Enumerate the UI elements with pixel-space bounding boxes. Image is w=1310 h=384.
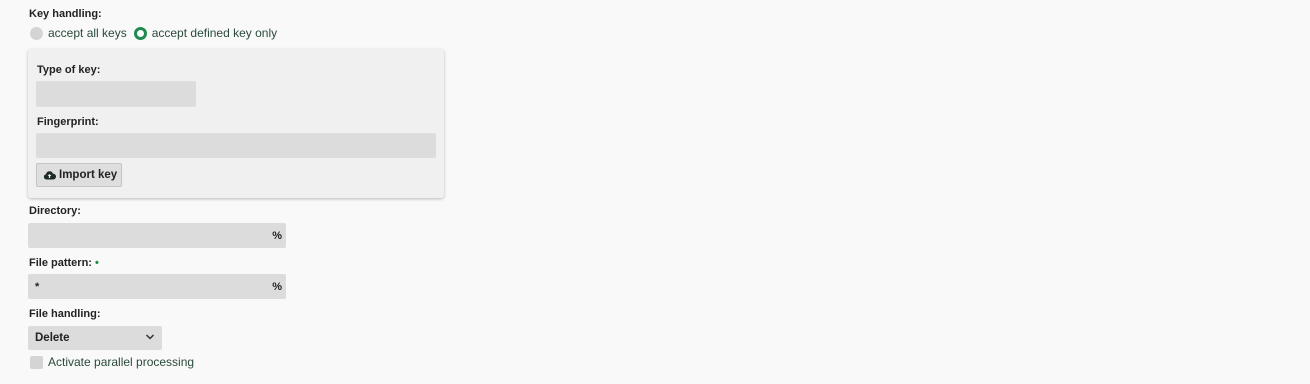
file-pattern-label-text: File pattern:: [29, 257, 92, 269]
parallel-processing-label[interactable]: Activate parallel processing: [48, 355, 194, 369]
radio-accept-defined-key-only[interactable]: [133, 26, 147, 40]
key-handling-radio-group: accept all keys accept defined key only: [30, 26, 284, 40]
file-pattern-value: *: [35, 280, 40, 293]
type-of-key-field[interactable]: [36, 81, 196, 107]
fingerprint-label: Fingerprint:: [37, 116, 99, 128]
percent-icon[interactable]: %: [272, 230, 282, 242]
file-handling-label: File handling:: [29, 308, 101, 320]
radio-accept-defined-key-only-label[interactable]: accept defined key only: [152, 26, 277, 40]
fingerprint-field[interactable]: [36, 133, 436, 158]
file-handling-select[interactable]: Delete: [28, 326, 162, 350]
parallel-processing-row: Activate parallel processing: [30, 355, 194, 369]
parallel-processing-checkbox[interactable]: [30, 355, 43, 369]
file-handling-selected-value: Delete: [35, 332, 70, 344]
chevron-down-icon: [145, 334, 155, 340]
required-marker: •: [95, 257, 99, 269]
type-of-key-label: Type of key:: [37, 64, 101, 76]
key-definition-panel: Type of key: Fingerprint: Import key: [28, 49, 444, 198]
import-key-label: Import key: [59, 169, 118, 181]
import-key-button[interactable]: Import key: [36, 163, 122, 187]
radio-accept-all-keys[interactable]: [30, 26, 43, 40]
file-pattern-label: File pattern: •: [29, 257, 99, 269]
cloud-upload-icon: [43, 171, 56, 180]
radio-accept-all-keys-label[interactable]: accept all keys: [48, 26, 127, 40]
key-handling-label: Key handling:: [29, 8, 102, 20]
directory-label: Directory:: [29, 205, 81, 217]
file-pattern-input[interactable]: * %: [28, 274, 286, 299]
directory-input[interactable]: %: [28, 223, 286, 248]
percent-icon[interactable]: %: [272, 281, 282, 293]
